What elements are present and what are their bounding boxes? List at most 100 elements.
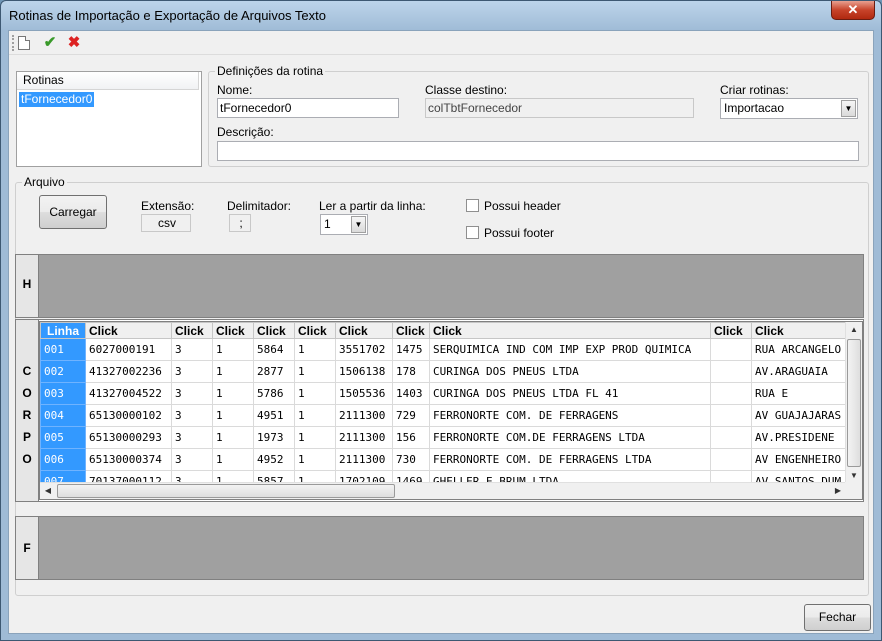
grid-cell[interactable]: 730 [392, 448, 430, 471]
table-row[interactable]: 003 41327004522 3 1 5786 1 1505536 1403 CURINGA … [40, 382, 852, 405]
scroll-left-icon[interactable]: ◀ [40, 483, 56, 499]
row-number-cell[interactable]: 006 [40, 448, 86, 471]
carregar-button[interactable]: Carregar [39, 195, 107, 229]
grid-cell[interactable]: AV.ARAGUAIA [751, 360, 852, 383]
fechar-button[interactable]: Fechar [804, 604, 871, 631]
grid-cell[interactable]: 2111300 [335, 426, 393, 449]
grid-cell[interactable]: 1 [294, 360, 336, 383]
chevron-down-icon[interactable]: ▼ [351, 216, 366, 233]
column-header[interactable]: Click [335, 322, 393, 339]
grid-cell[interactable]: 41327002236 [85, 360, 172, 383]
vertical-scrollbar[interactable]: ▲ ▼ [845, 322, 862, 484]
grid-cell[interactable]: CURINGA DOS PNEUS LTDA [429, 360, 711, 383]
rotinas-list-header[interactable]: Rotinas [17, 72, 199, 90]
grid-cell[interactable]: 1 [294, 426, 336, 449]
grid-cell[interactable] [710, 426, 752, 449]
classe-destino-field[interactable]: colTbtFornecedor [425, 98, 694, 118]
grid-cell[interactable]: 4952 [253, 448, 295, 471]
column-header[interactable]: Click [294, 322, 336, 339]
grid-cell[interactable]: 3 [171, 360, 213, 383]
column-header[interactable]: Click [85, 322, 172, 339]
table-row[interactable]: 002 41327002236 3 1 2877 1 1506138 178 CURINGA D… [40, 360, 852, 383]
data-grid[interactable]: Linha Click Click Click Click Click Clic… [39, 321, 863, 500]
horizontal-scrollbar[interactable]: ◀ ▶ [40, 482, 846, 499]
grid-cell[interactable]: 1 [294, 382, 336, 405]
grid-cell[interactable] [710, 404, 752, 427]
vertical-scroll-thumb[interactable] [847, 339, 861, 467]
grid-cell[interactable]: 6027000191 [85, 338, 172, 361]
grid-cell[interactable]: RUA E [751, 382, 852, 405]
grid-cell[interactable]: 3 [171, 426, 213, 449]
column-header[interactable]: Click [751, 322, 852, 339]
scroll-right-icon[interactable]: ▶ [830, 483, 846, 499]
grid-cell[interactable]: 156 [392, 426, 430, 449]
grid-cell[interactable]: 4951 [253, 404, 295, 427]
grid-cell[interactable]: 3 [171, 338, 213, 361]
grid-cell[interactable]: 1506138 [335, 360, 393, 383]
grid-cell[interactable]: 1 [212, 382, 254, 405]
grid-cell[interactable]: 729 [392, 404, 430, 427]
rotinas-list[interactable]: Rotinas tFornecedor0 [16, 71, 202, 167]
extensao-field[interactable]: csv [141, 214, 191, 232]
row-number-cell[interactable]: 003 [40, 382, 86, 405]
grid-cell[interactable]: 1973 [253, 426, 295, 449]
grid-cell[interactable]: 1 [212, 404, 254, 427]
grid-cell[interactable] [710, 382, 752, 405]
grid-cell[interactable]: 5786 [253, 382, 295, 405]
horizontal-scroll-thumb[interactable] [57, 484, 395, 498]
grid-cell[interactable]: RUA ARCANGELO [751, 338, 852, 361]
grid-cell[interactable] [710, 338, 752, 361]
table-row[interactable]: 006 65130000374 3 1 4952 1 2111300 730 FERRONORT… [40, 448, 852, 471]
grid-cell[interactable]: 1 [294, 338, 336, 361]
grid-cell[interactable]: AV ENGENHEIRO [751, 448, 852, 471]
grid-cell[interactable]: FERRONORTE COM.DE FERRAGENS LTDA [429, 426, 711, 449]
column-header[interactable]: Click [429, 322, 711, 339]
possui-header-checkbox[interactable] [466, 199, 479, 212]
grid-cell[interactable]: AV GUAJAJARAS [751, 404, 852, 427]
new-document-icon[interactable] [18, 36, 30, 50]
grid-cell[interactable]: 1 [212, 426, 254, 449]
grid-cell[interactable]: 65130000293 [85, 426, 172, 449]
ler-linha-select[interactable]: 1 ▼ [320, 214, 368, 235]
column-header[interactable]: Click [212, 322, 254, 339]
row-number-cell[interactable]: 004 [40, 404, 86, 427]
grid-cell[interactable]: 2877 [253, 360, 295, 383]
toolbar-grip-icon[interactable] [12, 35, 14, 51]
row-number-cell[interactable]: 001 [40, 338, 86, 361]
column-header[interactable]: Click [392, 322, 430, 339]
column-header[interactable]: Linha [40, 322, 86, 339]
grid-cell[interactable]: 65130000374 [85, 448, 172, 471]
possui-footer-label[interactable]: Possui footer [484, 226, 554, 240]
grid-cell[interactable]: 3551702 [335, 338, 393, 361]
title-bar[interactable]: Rotinas de Importação e Exportação de Ar… [1, 1, 881, 29]
criar-rotinas-select[interactable]: Importacao ▼ [720, 98, 858, 119]
grid-cell[interactable]: 1 [294, 448, 336, 471]
grid-cell[interactable]: AV.PRESIDENE [751, 426, 852, 449]
possui-header-label[interactable]: Possui header [484, 199, 561, 213]
grid-cell[interactable]: SERQUIMICA IND COM IMP EXP PROD QUIMICA [429, 338, 711, 361]
possui-footer-checkbox[interactable] [466, 226, 479, 239]
table-row[interactable]: 005 65130000293 3 1 1973 1 2111300 156 FERRONORT… [40, 426, 852, 449]
grid-cell[interactable]: 3 [171, 382, 213, 405]
grid-cell[interactable]: 65130000102 [85, 404, 172, 427]
list-item[interactable]: tFornecedor0 [19, 92, 95, 107]
grid-cell[interactable]: 5864 [253, 338, 295, 361]
column-header[interactable]: Click [710, 322, 752, 339]
table-row[interactable]: 004 65130000102 3 1 4951 1 2111300 729 FERRONORT… [40, 404, 852, 427]
row-number-cell[interactable]: 002 [40, 360, 86, 383]
grid-cell[interactable]: 1403 [392, 382, 430, 405]
grid-cell[interactable]: 1 [212, 448, 254, 471]
grid-cell[interactable]: 3 [171, 404, 213, 427]
grid-cell[interactable]: 1 [212, 360, 254, 383]
nome-field[interactable]: tFornecedor0 [217, 98, 399, 118]
scroll-up-icon[interactable]: ▲ [846, 322, 862, 338]
descricao-field[interactable] [217, 141, 859, 161]
check-icon[interactable]: ✔ [41, 34, 59, 52]
grid-cell[interactable] [710, 360, 752, 383]
cancel-icon[interactable]: ✖ [65, 34, 83, 52]
grid-cell[interactable]: 1 [212, 338, 254, 361]
close-button[interactable]: ✕ [831, 1, 875, 20]
delimitador-field[interactable]: ; [229, 214, 251, 232]
column-header[interactable]: Click [253, 322, 295, 339]
row-number-cell[interactable]: 005 [40, 426, 86, 449]
